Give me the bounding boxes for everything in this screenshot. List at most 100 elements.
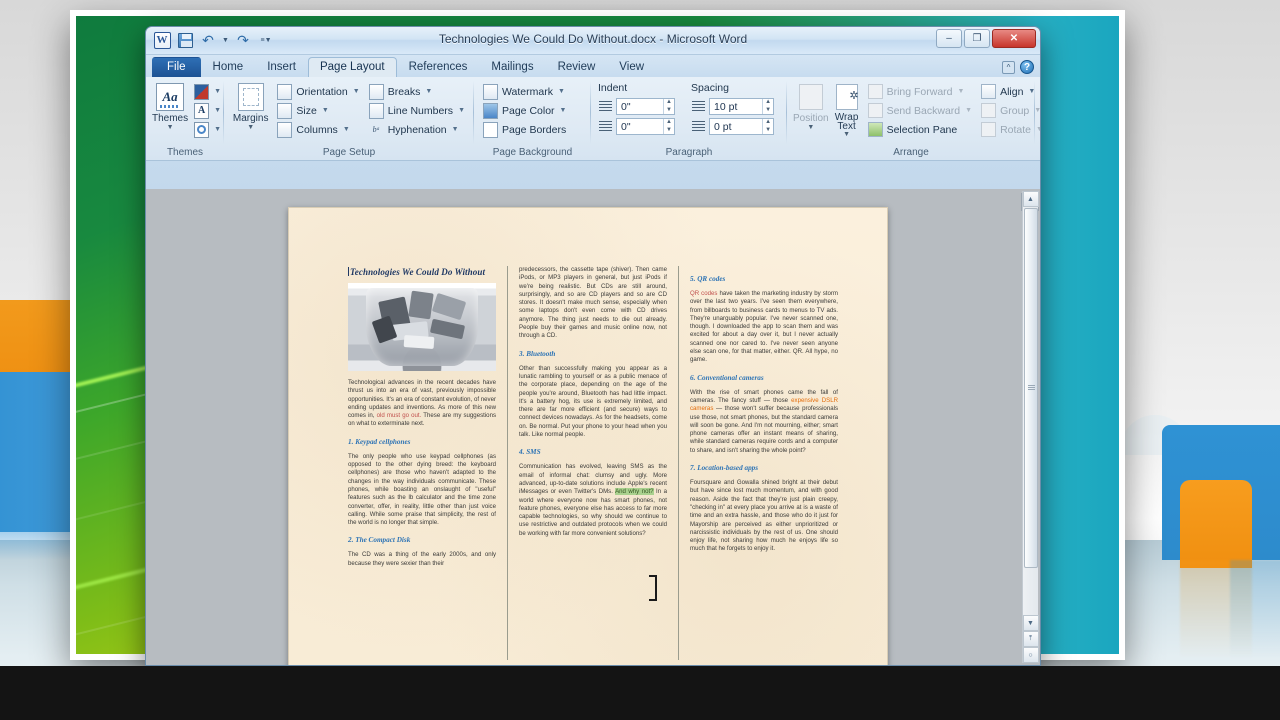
spacing-before-input[interactable]: [710, 99, 762, 114]
theme-fonts-button[interactable]: A▼: [191, 102, 224, 119]
select-browse-object-button[interactable]: ○: [1023, 647, 1039, 663]
breaks-button[interactable]: Breaks▼: [366, 83, 468, 100]
theme-effects-button[interactable]: ▼: [191, 121, 224, 138]
chevron-down-icon[interactable]: ▼: [247, 125, 254, 131]
document-canvas[interactable]: Technologies We Could Do Without Technol…: [146, 189, 1040, 665]
align-button[interactable]: Align▼: [978, 83, 1041, 100]
spacing-after-spinner[interactable]: ▲▼: [762, 119, 773, 134]
chevron-down-icon[interactable]: ▼: [807, 125, 814, 131]
indent-left-input[interactable]: [617, 99, 663, 114]
indent-right-field[interactable]: ▲▼: [616, 118, 675, 135]
ribbon: Aa Themes ▼ ▼ A▼ ▼ Themes Margins ▼: [146, 77, 1040, 161]
spacing-after-field[interactable]: ▲▼: [709, 118, 774, 135]
spacing-after-icon: [690, 120, 706, 134]
position-icon: [796, 82, 826, 112]
position-button[interactable]: Position ▼: [793, 80, 829, 131]
document-title: Technologies We Could Do Without: [348, 266, 496, 278]
indent-heading: Indent: [598, 82, 680, 94]
bring-forward-button[interactable]: Bring Forward▼: [865, 83, 975, 100]
help-icon[interactable]: ?: [1020, 60, 1034, 74]
title-bar: W ↶ ▼ ↷ ≡▼ Technologies We Could Do With…: [146, 27, 1040, 55]
ribbon-group-arrange: Position ▼ ✲ Wrap Text ▼ Bring Forward▼ …: [787, 77, 1035, 160]
send-backward-button[interactable]: Send Backward▼: [865, 102, 975, 119]
columns-button[interactable]: Columns▼: [274, 121, 362, 138]
paragraph: Foursquare and Gowalla shined bright at …: [690, 479, 838, 554]
tab-review[interactable]: Review: [546, 57, 608, 77]
theme-colors-icon: [194, 84, 209, 99]
tab-references[interactable]: References: [397, 57, 480, 77]
document-page[interactable]: Technologies We Could Do Without Technol…: [288, 207, 888, 665]
document-columns: Technologies We Could Do Without Technol…: [337, 266, 849, 660]
ribbon-group-themes: Aa Themes ▼ ▼ A▼ ▼ Themes: [146, 77, 224, 160]
minimize-ribbon-icon[interactable]: ^: [1002, 61, 1015, 74]
rotate-button[interactable]: Rotate▼: [978, 121, 1041, 138]
section-heading: 5. QR codes: [690, 274, 838, 284]
margins-button[interactable]: Margins ▼: [230, 80, 271, 131]
group-button[interactable]: Group▼: [978, 102, 1041, 119]
word-window: W ↶ ▼ ↷ ≡▼ Technologies We Could Do With…: [145, 26, 1041, 666]
size-button[interactable]: Size▼: [274, 102, 362, 119]
tab-page-layout[interactable]: Page Layout: [308, 57, 397, 77]
theme-fonts-icon: A: [194, 103, 209, 118]
minimize-button[interactable]: –: [936, 29, 962, 48]
text-cursor: [652, 575, 654, 601]
scrollbar-thumb[interactable]: [1024, 208, 1038, 568]
close-button[interactable]: ✕: [992, 29, 1036, 48]
wrap-text-label: Wrap Text: [832, 113, 862, 131]
breaks-icon: [369, 84, 384, 99]
themes-label: Themes: [152, 113, 188, 124]
tab-home[interactable]: Home: [201, 57, 256, 77]
paragraph: The only people who use keypad cellphone…: [348, 453, 496, 528]
paragraph: With the rise of smart phones came the f…: [690, 389, 838, 455]
restore-button[interactable]: ❐: [964, 29, 990, 48]
spacing-before-spinner[interactable]: ▲▼: [762, 99, 773, 114]
wrap-text-icon: ✲: [832, 82, 862, 112]
wallpaper-reflection-blue: [1230, 560, 1280, 660]
paragraph: predecessors, the cassette tape (shiver)…: [519, 266, 667, 341]
theme-colors-button[interactable]: ▼: [191, 83, 224, 100]
indent-left-field[interactable]: ▲▼: [616, 98, 675, 115]
chevron-down-icon[interactable]: ▼: [843, 132, 850, 138]
align-icon: [981, 84, 996, 99]
rotate-icon: [981, 122, 996, 137]
indent-right-spinner[interactable]: ▲▼: [663, 119, 674, 134]
document-column-3: 5. QR codes QR codes have taken the mark…: [678, 266, 849, 660]
document-image-trash-gadgets[interactable]: [348, 283, 496, 371]
theme-effects-icon: [194, 122, 209, 137]
section-heading: 3. Bluetooth: [519, 349, 667, 359]
spacing-before-field[interactable]: ▲▼: [709, 98, 774, 115]
ribbon-group-page-setup: Margins ▼ Orientation▼ Size▼ Columns▼ Br…: [224, 77, 474, 160]
vertical-scrollbar[interactable]: ▲ ▼ ⤒ ○: [1022, 191, 1038, 663]
orientation-button[interactable]: Orientation▼: [274, 83, 362, 100]
indent-left-spinner[interactable]: ▲▼: [663, 99, 674, 114]
themes-button[interactable]: Aa Themes ▼: [152, 80, 188, 131]
columns-icon: [277, 122, 292, 137]
hyphenation-button[interactable]: bᵃHyphenation▼: [366, 121, 468, 138]
selection-pane-button[interactable]: Selection Pane: [865, 121, 975, 138]
indent-right-input[interactable]: [617, 119, 663, 134]
paragraph: Communication has evolved, leaving SMS a…: [519, 463, 667, 538]
scroll-down-button[interactable]: ▼: [1023, 615, 1039, 631]
page-borders-icon: [483, 122, 498, 137]
line-numbers-button[interactable]: Line Numbers▼: [366, 102, 468, 119]
chevron-down-icon[interactable]: ▼: [167, 125, 174, 131]
bring-forward-icon: [868, 84, 883, 99]
window-title: Technologies We Could Do Without.docx - …: [146, 32, 1040, 46]
section-heading: 4. SMS: [519, 447, 667, 457]
previous-page-button[interactable]: ⤒: [1023, 631, 1039, 647]
spacing-heading: Spacing: [691, 82, 781, 94]
tab-view[interactable]: View: [607, 57, 656, 77]
scroll-up-button[interactable]: ▲: [1023, 191, 1039, 207]
group-label-arrange: Arrange: [793, 146, 1029, 160]
spacing-after-input[interactable]: [710, 119, 762, 134]
watermark-button[interactable]: Watermark▼: [480, 83, 569, 100]
page-borders-button[interactable]: Page Borders: [480, 121, 569, 138]
tab-insert[interactable]: Insert: [255, 57, 308, 77]
wrap-text-button[interactable]: ✲ Wrap Text ▼: [832, 80, 862, 138]
tab-mailings[interactable]: Mailings: [479, 57, 545, 77]
tab-file[interactable]: File: [152, 57, 201, 77]
group-icon: [981, 103, 996, 118]
document-column-1: Technologies We Could Do Without Technol…: [337, 266, 507, 660]
page-color-button[interactable]: Page Color▼: [480, 102, 569, 119]
indent-right-icon: [597, 120, 613, 134]
